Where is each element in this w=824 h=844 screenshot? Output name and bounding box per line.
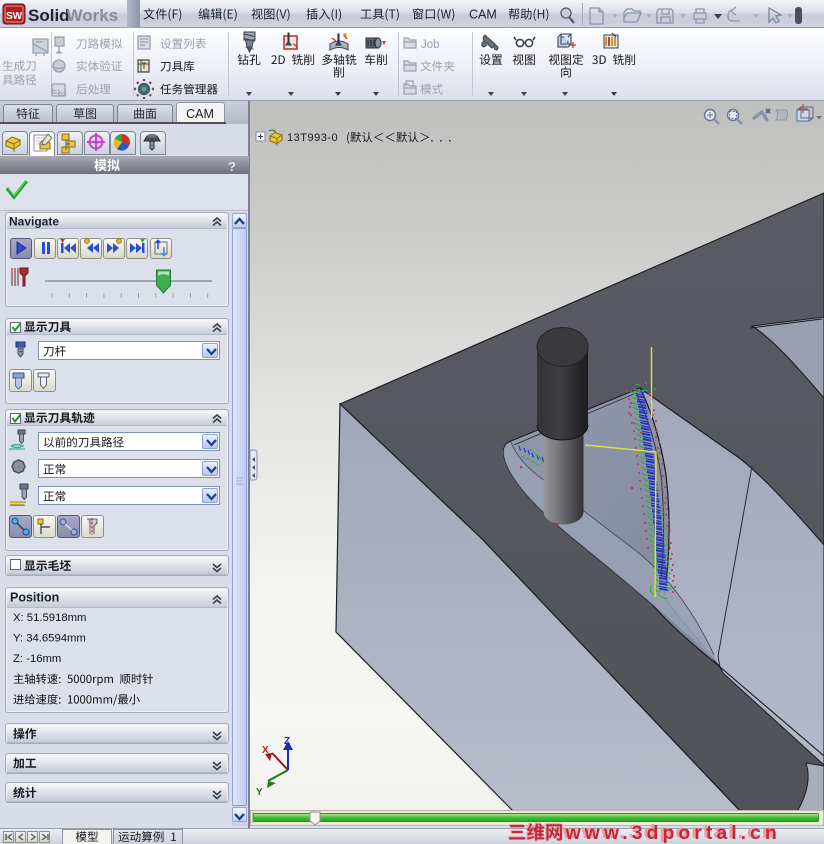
svg-text:?: ? xyxy=(228,159,236,174)
svg-text:Job: Job xyxy=(421,39,440,51)
svg-text:13T993-0: 13T993-0 xyxy=(287,132,338,144)
svg-text:Y: 34.6594mm: Y: 34.6594mm xyxy=(13,633,86,645)
svg-text:CAM: CAM xyxy=(186,107,214,121)
svg-text:Y: Y xyxy=(256,787,263,798)
svg-text:Solid: Solid xyxy=(28,6,70,25)
svg-text:Z: -16mm: Z: -16mm xyxy=(13,653,61,665)
svg-text:Position: Position xyxy=(10,591,59,605)
svg-text:Navigate: Navigate xyxy=(9,215,59,229)
svg-text:www.3dportal.cn: www.3dportal.cn xyxy=(565,822,781,844)
svg-text:X: X xyxy=(262,745,269,756)
svg-text:G3: G3 xyxy=(58,91,67,98)
svg-text:Z: Z xyxy=(284,736,290,747)
svg-text:X: 51.5918mm: X: 51.5918mm xyxy=(13,612,86,624)
svg-text:CAM: CAM xyxy=(469,8,497,22)
svg-text:Works: Works xyxy=(67,6,119,25)
svg-text:SW: SW xyxy=(6,11,23,22)
